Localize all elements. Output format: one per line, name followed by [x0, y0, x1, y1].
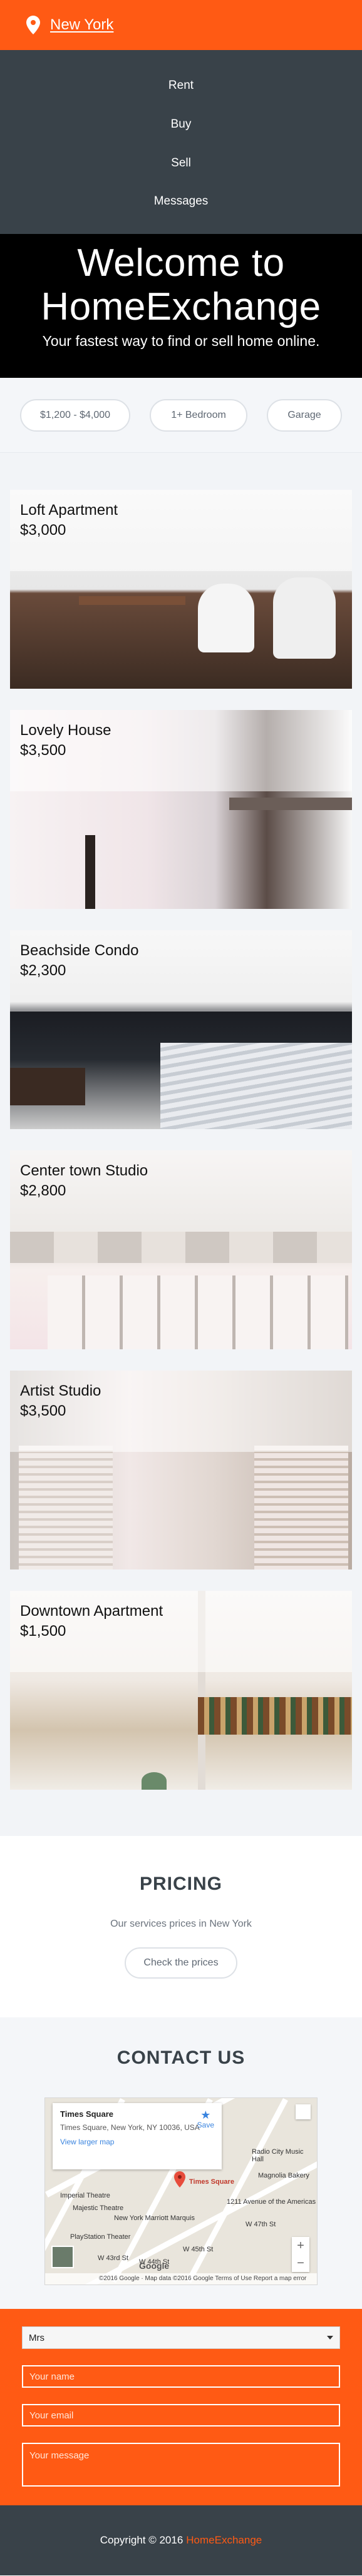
map-attribution: ©2016 Google · Map data ©2016 Google Ter… — [45, 2273, 317, 2284]
listing-card[interactable]: Lovely House $3,500 — [10, 710, 352, 909]
page-footer: Copyright © 2016 HomeExchange — [0, 2505, 362, 2575]
zoom-out-button[interactable]: − — [292, 2254, 309, 2272]
listing-price: $3,500 — [20, 742, 66, 759]
google-logo: Google — [139, 2261, 170, 2271]
message-field[interactable] — [22, 2443, 340, 2487]
filter-bedrooms[interactable]: 1+ Bedroom — [150, 398, 247, 432]
map-infobox: Times Square Times Square, New York, NY … — [53, 2103, 222, 2169]
hero: Welcome to HomeExchange Your fastest way… — [0, 234, 362, 378]
nav-item-messages[interactable]: Messages — [154, 195, 209, 234]
check-prices-button[interactable]: Check the prices — [125, 1947, 237, 1979]
hero-subtitle: Your fastest way to find or sell home on… — [42, 333, 320, 349]
hero-title-line-2: HomeExchange — [41, 285, 321, 328]
filter-price-range[interactable]: $1,200 - $4,000 — [20, 398, 130, 432]
map-label: New York Marriott Marquis — [114, 2214, 195, 2222]
listing-card[interactable]: Center town Studio $2,800 — [10, 1150, 352, 1349]
listing-card[interactable]: Downtown Apartment $1,500 — [10, 1591, 352, 1790]
map-save-button[interactable]: ★ Save — [197, 2109, 214, 2129]
contact-section: CONTACT US Radio City Music Hall Imperia… — [0, 2017, 362, 2505]
filter-bar: $1,200 - $4,000 1+ Bedroom Garage — [0, 378, 362, 453]
listing-title: Artist Studio — [20, 1382, 101, 1399]
map-zoom-control: + − — [292, 2237, 309, 2272]
listing-price: $2,300 — [20, 962, 66, 979]
satellite-toggle[interactable] — [51, 2246, 74, 2268]
top-bar: New York — [0, 0, 362, 50]
listing-price: $3,000 — [20, 522, 66, 539]
listing-price: $2,800 — [20, 1182, 66, 1199]
listing-title: Downtown Apartment — [20, 1603, 163, 1620]
contact-form: Mrs — [0, 2309, 362, 2505]
listing-title: Loft Apartment — [20, 502, 118, 519]
listing-price: $1,500 — [20, 1623, 66, 1640]
listing-card[interactable]: Loft Apartment $3,000 — [10, 490, 352, 689]
map-label: PlayStation Theater — [70, 2233, 131, 2241]
map-embed[interactable]: Radio City Music Hall Imperial Theatre M… — [44, 2097, 318, 2285]
map-place-address: Times Square, New York, NY 10036, USA — [60, 2123, 200, 2132]
view-larger-map-link[interactable]: View larger map — [60, 2137, 214, 2146]
map-label: Imperial Theatre — [60, 2192, 110, 2199]
listing-title: Beachside Condo — [20, 942, 139, 959]
map-label: Radio City Music Hall — [252, 2148, 304, 2163]
main-nav: Rent Buy Sell Messages — [0, 50, 362, 234]
nav-item-rent[interactable]: Rent — [168, 79, 194, 118]
title-select[interactable]: Mrs — [22, 2326, 340, 2349]
map-label: Majestic Theatre — [73, 2204, 124, 2212]
map-label: W 47th St — [246, 2221, 276, 2228]
listing-card[interactable]: Artist Studio $3,500 — [10, 1371, 352, 1569]
footer-brand-link[interactable]: HomeExchange — [186, 2534, 262, 2547]
listing-title: Center town Studio — [20, 1162, 148, 1179]
filter-garage[interactable]: Garage — [267, 398, 342, 432]
pricing-title: PRICING — [139, 1874, 222, 1894]
contact-title: CONTACT US — [116, 2047, 246, 2068]
title-select-value: Mrs — [29, 2332, 44, 2343]
city-selector-link[interactable]: New York — [50, 16, 113, 34]
listings: Loft Apartment $3,000 Lovely House $3,50… — [0, 453, 362, 1836]
name-field[interactable] — [22, 2365, 340, 2388]
nav-item-buy[interactable]: Buy — [171, 118, 192, 157]
hero-title-line-1: Welcome to — [77, 241, 285, 285]
map-save-label: Save — [197, 2121, 214, 2129]
map-marker-icon[interactable] — [174, 2171, 185, 2188]
map-label: 1211 Avenue of the Americas — [227, 2198, 316, 2206]
copyright-text: Copyright © 2016 — [100, 2534, 184, 2546]
map-label: W 43rd St — [98, 2254, 128, 2262]
map-label: W 45th St — [183, 2246, 214, 2253]
chevron-down-icon — [327, 2336, 333, 2340]
map-label: Magnolia Bakery — [258, 2172, 309, 2179]
listing-title: Lovely House — [20, 722, 111, 739]
hero-title: Welcome to HomeExchange — [0, 241, 362, 329]
pricing-section: PRICING Our services prices in New York … — [0, 1836, 362, 2017]
email-field[interactable] — [22, 2404, 340, 2426]
nav-item-sell[interactable]: Sell — [171, 157, 191, 196]
map-pin-icon — [26, 16, 40, 34]
fullscreen-icon[interactable] — [296, 2104, 311, 2119]
listing-price: $3,500 — [20, 1402, 66, 1419]
listing-card[interactable]: Beachside Condo $2,300 — [10, 930, 352, 1129]
zoom-in-button[interactable]: + — [292, 2237, 309, 2254]
star-icon: ★ — [200, 2109, 211, 2121]
pricing-text: Our services prices in New York — [110, 1919, 252, 1929]
map-place-name: Times Square — [60, 2109, 114, 2119]
map-marker-label: Times Square — [189, 2178, 234, 2186]
